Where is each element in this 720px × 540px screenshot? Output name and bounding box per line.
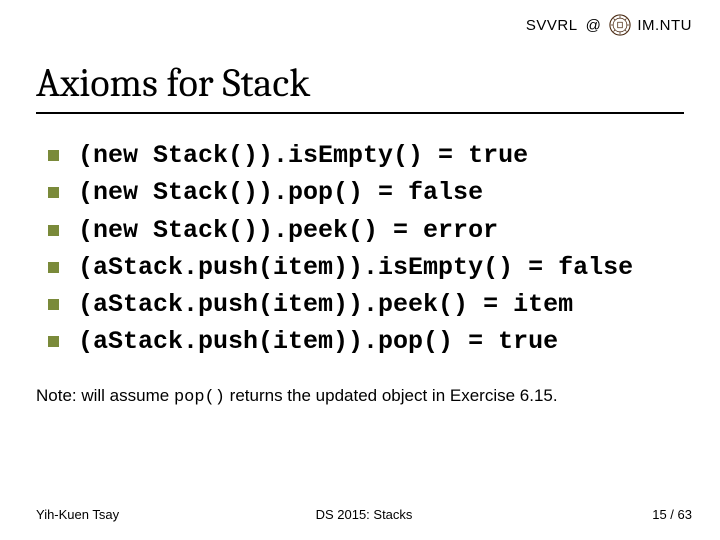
brand: SVVRL @ [526,14,692,36]
axioms-list: (new Stack()).isEmpty() = true (new Stac… [36,140,692,358]
title-rule [36,112,684,114]
note-code: pop() [174,388,225,407]
list-item: (aStack.push(item)).isEmpty() = false [42,252,692,283]
page-title: Axioms for Stack [36,60,692,106]
header-row: SVVRL @ [36,10,692,36]
brand-at: @ [586,17,602,34]
brand-left: SVVRL [526,17,578,34]
footer-page: 15 / 63 [652,507,692,522]
note-suffix: returns the updated object in Exercise 6… [225,386,558,405]
list-item: (new Stack()).peek() = error [42,215,692,246]
footer-author: Yih-Kuen Tsay [36,507,119,522]
ntu-seal-icon [609,14,631,36]
brand-right: IM.NTU [637,17,692,34]
note: Note: will assume pop() returns the upda… [36,386,692,407]
list-item: (new Stack()).pop() = false [42,177,692,208]
slide: SVVRL @ [0,0,720,540]
list-item: (aStack.push(item)).pop() = true [42,326,692,357]
note-prefix: Note: will assume [36,386,174,405]
list-item: (new Stack()).isEmpty() = true [42,140,692,171]
footer-course: DS 2015: Stacks [316,507,413,522]
footer: Yih-Kuen Tsay DS 2015: Stacks 15 / 63 [36,507,692,522]
list-item: (aStack.push(item)).peek() = item [42,289,692,320]
